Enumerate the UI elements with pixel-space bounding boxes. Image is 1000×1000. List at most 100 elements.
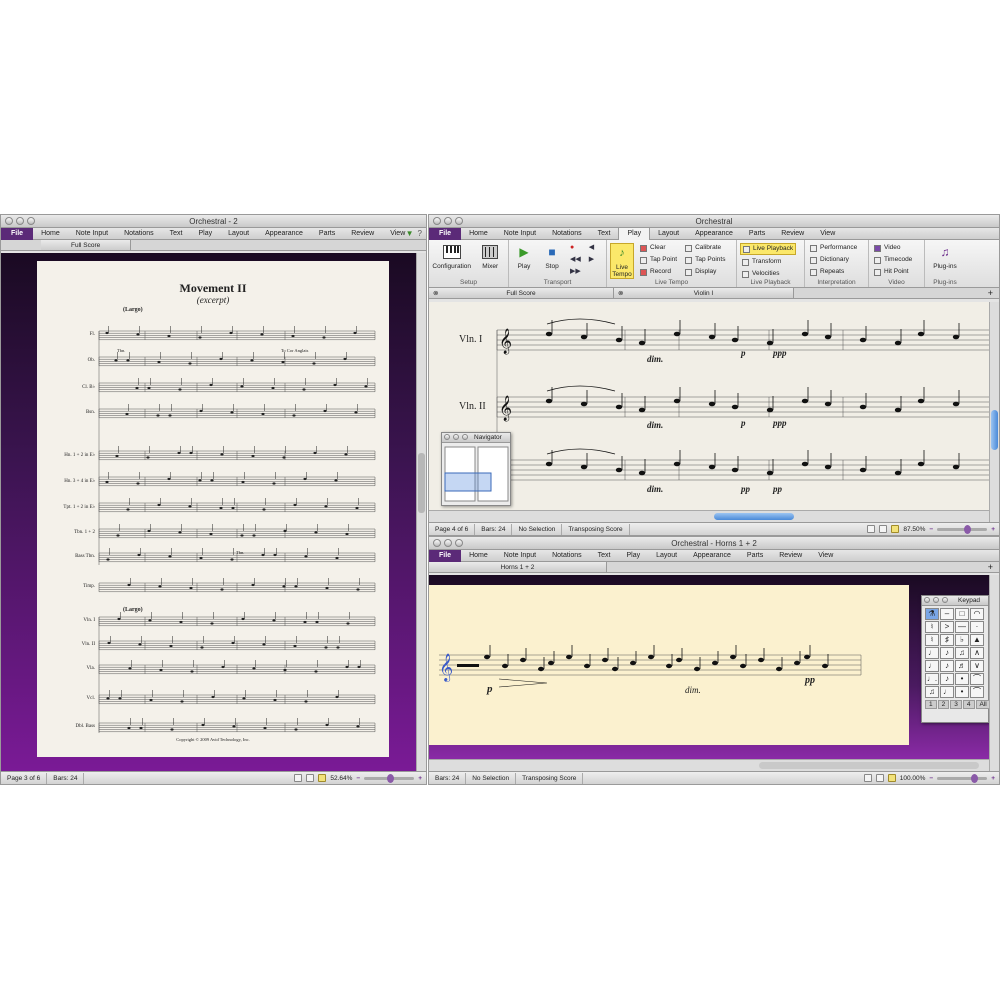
keypad-key[interactable]: ◠ xyxy=(970,608,984,620)
page-view-icon[interactable] xyxy=(306,774,315,782)
tab-review[interactable]: Review xyxy=(771,550,810,562)
keypad-key[interactable]: — xyxy=(955,621,969,633)
keypad-key[interactable]: ♩ xyxy=(940,686,954,698)
keypad-key[interactable]: • xyxy=(955,673,969,685)
keypad-key[interactable]: ∧ xyxy=(970,647,984,659)
performance-button[interactable]: Performance xyxy=(808,243,859,253)
tab-parts[interactable]: Parts xyxy=(739,550,771,562)
lock-view-icon[interactable] xyxy=(891,525,900,533)
tab-view[interactable]: View xyxy=(812,228,843,240)
horns-vertical-scrollbar[interactable] xyxy=(989,575,999,771)
tab-file[interactable]: File xyxy=(1,227,34,240)
keypad-titlebar[interactable]: Keypad xyxy=(922,596,988,606)
live-playback-button[interactable]: Live Playback xyxy=(740,243,797,255)
navigator-titlebar[interactable]: Navigator xyxy=(442,433,510,443)
tab-home[interactable]: Home xyxy=(461,228,496,240)
tab-file[interactable]: File xyxy=(429,227,462,240)
zoom-slider-knob[interactable] xyxy=(963,524,971,534)
tab-view[interactable]: View xyxy=(810,550,841,562)
subtab-full-score[interactable]: Full Score xyxy=(41,240,132,250)
record-icon[interactable]: ● xyxy=(568,243,583,253)
zoom-out-icon[interactable]: − xyxy=(356,775,360,782)
keypad-key[interactable]: • xyxy=(955,686,969,698)
view-mode-icon[interactable] xyxy=(294,774,303,782)
keypad-key[interactable]: ⌒ xyxy=(970,686,984,698)
navigator-thumbnail[interactable] xyxy=(442,443,510,505)
fast-forward-icon[interactable]: ▶▶ xyxy=(568,267,583,277)
zoom-slider-knob[interactable] xyxy=(970,773,978,783)
record-tempo-button[interactable]: Record xyxy=(638,267,679,277)
repeats-button[interactable]: Repeats xyxy=(808,267,859,277)
close-tab-icon[interactable]: ⊗ xyxy=(618,288,623,299)
keypad-tab-4[interactable]: 4 xyxy=(962,700,975,709)
zoom-window-button[interactable] xyxy=(455,539,463,547)
tab-review[interactable]: Review xyxy=(343,228,382,240)
keypad-key[interactable]: ♪ xyxy=(940,673,954,685)
keypad-key[interactable]: ♩. xyxy=(925,673,939,685)
tab-notations[interactable]: Notations xyxy=(544,228,590,240)
keypad-key[interactable]: ♩ xyxy=(925,660,939,672)
help-icon[interactable]: ? xyxy=(418,229,422,239)
tap-point-button[interactable]: Tap Point xyxy=(638,255,679,265)
tab-home[interactable]: Home xyxy=(461,550,496,562)
view-mode-icon[interactable] xyxy=(863,774,872,782)
keypad-key[interactable]: ⌒ xyxy=(970,673,984,685)
transposing-indicator[interactable]: Transposing Score xyxy=(516,772,584,784)
minimize-keypad-button[interactable] xyxy=(933,597,939,603)
keypad-panel[interactable]: Keypad ⚗ – □ ◠ ♮ > — · ♮ ♯ ♭ ▲ ♩ ♪ ♫ ∧ ♩ ♪ ♬ ∨ ♩. ♪ • ⌒ ♫ ♩ • ⌒ 1 2… xyxy=(921,595,991,723)
close-navigator-button[interactable] xyxy=(444,434,450,440)
tab-play[interactable]: Play xyxy=(618,227,651,240)
keypad-key[interactable]: · xyxy=(970,621,984,633)
main-vertical-scrollbar[interactable] xyxy=(989,302,999,522)
keypad-key[interactable]: ♮ xyxy=(925,634,939,646)
tab-note-input[interactable]: Note Input xyxy=(496,550,544,562)
close-tab-icon[interactable]: ⊗ xyxy=(433,288,438,299)
keypad-key[interactable]: > xyxy=(940,621,954,633)
minimize-navigator-button[interactable] xyxy=(453,434,459,440)
tab-play[interactable]: Play xyxy=(190,228,220,240)
keypad-key[interactable]: □ xyxy=(955,608,969,620)
navigator-panel[interactable]: Navigator xyxy=(441,432,511,506)
zoom-keypad-button[interactable] xyxy=(942,597,948,603)
left-window-titlebar[interactable]: Orchestral - 2 xyxy=(1,215,426,228)
tab-text[interactable]: Text xyxy=(162,228,191,240)
close-window-button[interactable] xyxy=(5,217,13,225)
horns-hscroll-thumb[interactable] xyxy=(759,762,979,769)
keypad-key[interactable]: – xyxy=(940,608,954,620)
zoom-in-icon[interactable]: + xyxy=(418,775,422,782)
timecode-button[interactable]: Timecode xyxy=(872,255,914,265)
keypad-key[interactable]: ♪ xyxy=(940,660,954,672)
dictionary-button[interactable]: Dictionary xyxy=(808,255,859,265)
tab-appearance[interactable]: Appearance xyxy=(257,228,311,240)
keypad-key[interactable]: ♫ xyxy=(925,686,939,698)
main-window-titlebar[interactable]: Orchestral xyxy=(429,215,999,228)
left-vertical-scrollbar[interactable] xyxy=(416,253,426,771)
zoom-slider[interactable] xyxy=(937,524,988,534)
tab-text[interactable]: Text xyxy=(590,228,619,240)
minimize-window-button[interactable] xyxy=(16,217,24,225)
keypad-key[interactable]: ♭ xyxy=(955,634,969,646)
subtab-violin-i[interactable]: ⊗ Violin I xyxy=(614,288,794,298)
keypad-tab-3[interactable]: 3 xyxy=(950,700,962,709)
tab-appearance[interactable]: Appearance xyxy=(687,228,741,240)
transposing-indicator[interactable]: Transposing Score xyxy=(562,523,630,535)
keypad-key[interactable]: ♮ xyxy=(925,621,939,633)
tab-review[interactable]: Review xyxy=(773,228,812,240)
zoom-navigator-button[interactable] xyxy=(462,434,468,440)
tab-file[interactable]: File xyxy=(429,549,462,562)
transform-button[interactable]: Transform xyxy=(740,257,796,267)
go-to-start-icon[interactable]: ◀ xyxy=(587,243,596,253)
keypad-key[interactable]: ♩ xyxy=(925,647,939,659)
keypad-key[interactable]: ♯ xyxy=(940,634,954,646)
calibrate-button[interactable]: Calibrate xyxy=(683,243,727,253)
display-button[interactable]: Display xyxy=(683,267,727,277)
close-window-button[interactable] xyxy=(433,217,441,225)
zoom-in-icon[interactable]: + xyxy=(991,775,995,782)
zoom-window-button[interactable] xyxy=(455,217,463,225)
subtab-horns[interactable]: Horns 1 + 2 xyxy=(429,562,607,572)
tab-parts[interactable]: Parts xyxy=(741,228,773,240)
tab-notations[interactable]: Notations xyxy=(544,550,590,562)
left-scroll-thumb[interactable] xyxy=(418,453,425,513)
lock-view-icon[interactable] xyxy=(887,774,896,782)
minimize-window-button[interactable] xyxy=(444,539,452,547)
